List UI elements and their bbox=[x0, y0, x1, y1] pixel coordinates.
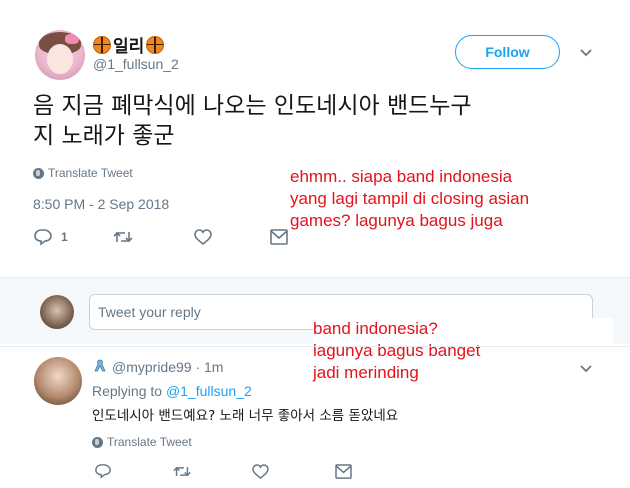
retweet-icon bbox=[173, 466, 191, 476]
author-avatar[interactable] bbox=[35, 30, 85, 80]
ribbon-icon bbox=[94, 359, 106, 372]
replying-to: Replying to @1_fullsun_2 bbox=[92, 383, 252, 399]
tweet-text-line-1: 음 지금 폐막식에 나오는 인도네시아 밴드누구 bbox=[33, 93, 472, 119]
reply-author-meta[interactable]: @mypride99 · 1m bbox=[112, 359, 223, 375]
like-action[interactable] bbox=[252, 463, 269, 479]
message-action[interactable] bbox=[335, 463, 352, 479]
replying-to-handle[interactable]: @1_fullsun_2 bbox=[166, 383, 252, 399]
basketball-icon bbox=[146, 35, 165, 54]
reply-tweet-text: 인도네시아 밴드예요? 노래 너무 좋아서 소름 돋았네요 bbox=[92, 408, 399, 424]
reply-author-avatar[interactable] bbox=[34, 357, 82, 405]
annotation-2-line-1: band indonesia? bbox=[313, 318, 613, 340]
reply-tweet-actions bbox=[94, 463, 352, 479]
reply-author-handle[interactable]: @mypride99 bbox=[112, 359, 192, 375]
annotation-1-line-2: yang lagi tampil di closing asian bbox=[290, 188, 610, 210]
annotation-1-line-1: ehmm.. siapa band indonesia bbox=[290, 166, 610, 188]
reply-action[interactable]: 1 bbox=[33, 228, 68, 246]
annotation-overlay-2: band indonesia? lagunya bagus banget jad… bbox=[313, 318, 613, 384]
annotation-2-line-3: jadi merinding bbox=[313, 362, 613, 384]
author-display-name[interactable]: 일리 bbox=[93, 32, 165, 57]
follow-button[interactable]: Follow bbox=[455, 35, 560, 69]
basketball-icon bbox=[93, 35, 111, 54]
reply-count: 1 bbox=[61, 230, 68, 244]
replying-to-prefix: Replying to bbox=[92, 383, 163, 399]
reply-action[interactable] bbox=[94, 463, 112, 479]
translate-label: Translate Tweet bbox=[48, 166, 133, 180]
current-user-avatar bbox=[40, 295, 74, 329]
tweet-actions: 1 bbox=[33, 228, 288, 246]
reply-translate-label: Translate Tweet bbox=[107, 435, 192, 449]
like-icon bbox=[252, 463, 269, 479]
retweet-action[interactable] bbox=[112, 229, 134, 245]
globe-icon bbox=[33, 167, 44, 179]
retweet-action[interactable] bbox=[172, 464, 192, 479]
like-action[interactable] bbox=[193, 229, 212, 245]
reply-icon bbox=[95, 464, 111, 479]
author-handle[interactable]: @1_fullsun_2 bbox=[93, 56, 179, 72]
message-icon bbox=[269, 229, 288, 245]
annotation-overlay-1: ehmm.. siapa band indonesia yang lagi ta… bbox=[290, 166, 610, 232]
message-action[interactable] bbox=[269, 229, 288, 245]
globe-icon bbox=[92, 436, 103, 448]
like-icon bbox=[193, 229, 212, 245]
divider bbox=[0, 346, 630, 347]
annotation-1-line-3: games? lagunya bagus juga bbox=[290, 210, 610, 232]
display-name-text: 일리 bbox=[113, 37, 145, 56]
reply-translate-link[interactable]: Translate Tweet bbox=[92, 435, 192, 449]
reply-icon bbox=[34, 229, 52, 246]
chevron-down-icon[interactable] bbox=[578, 360, 594, 376]
retweet-icon bbox=[113, 231, 133, 243]
chevron-down-icon[interactable] bbox=[578, 44, 594, 60]
message-icon bbox=[335, 463, 352, 479]
annotation-2-line-2: lagunya bagus banget bbox=[313, 340, 613, 362]
tweet-timestamp[interactable]: 8:50 PM - 2 Sep 2018 bbox=[33, 196, 169, 212]
reply-time: · 1m bbox=[195, 359, 224, 375]
translate-tweet-link[interactable]: Translate Tweet bbox=[33, 166, 133, 180]
